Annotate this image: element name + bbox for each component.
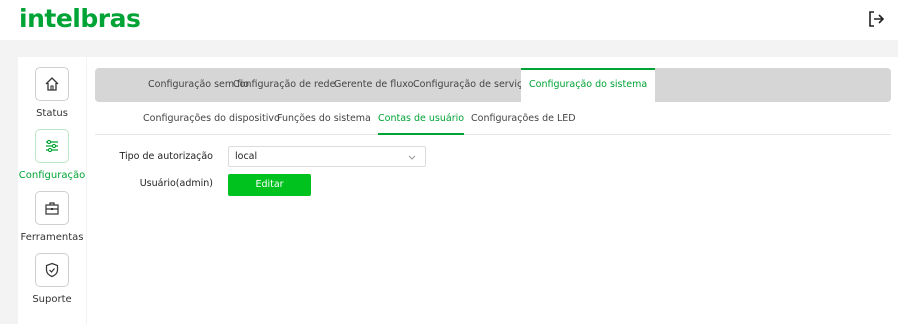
tab-configuracao-do-sistema[interactable]: Configuração do sistema xyxy=(521,68,656,102)
sidebar-item-label: Status xyxy=(36,108,68,119)
auth-type-value: local xyxy=(235,151,258,162)
tab-gerente-de-fluxo[interactable]: Gerente de fluxo xyxy=(334,68,413,102)
home-icon xyxy=(35,67,69,101)
top-bar: intelbras xyxy=(0,0,898,40)
edit-button[interactable]: Editar xyxy=(228,174,311,196)
auth-type-select[interactable]: local xyxy=(228,146,426,167)
logout-icon[interactable] xyxy=(866,9,886,29)
tab-bar: Configuração sem fio Configuração de red… xyxy=(95,68,891,102)
subtab-configuracoes-do-dispositivo[interactable]: Configurações do dispositivo xyxy=(143,107,280,135)
sidebar-item-status[interactable]: Status xyxy=(18,67,86,125)
toolbox-icon xyxy=(35,191,69,225)
sidebar-item-label: Ferramentas xyxy=(20,232,84,243)
tab-configuracao-de-servicos[interactable]: Configuração de serviços xyxy=(413,68,533,102)
subtab-contas-de-usuario[interactable]: Contas de usuário xyxy=(378,107,465,135)
sidebar-item-ferramentas[interactable]: Ferramentas xyxy=(18,191,86,249)
subtab-funcoes-do-sistema[interactable]: Funções do sistema xyxy=(277,107,371,135)
sidebar-item-label: Configuração xyxy=(18,170,86,181)
user-admin-label: Usuário(admin) xyxy=(139,178,213,189)
auth-type-label: Tipo de autorização xyxy=(119,151,214,162)
subtab-configuracoes-de-led[interactable]: Configurações de LED xyxy=(471,107,576,135)
sliders-icon xyxy=(35,129,69,163)
sidebar-item-label: Suporte xyxy=(32,294,72,305)
sidebar-item-configuracao[interactable]: Configuração xyxy=(18,129,86,187)
shield-check-icon xyxy=(35,253,69,287)
chevron-down-icon xyxy=(408,155,416,160)
tab-configuracao-de-rede[interactable]: Configuração de rede xyxy=(233,68,335,102)
sidebar-item-suporte[interactable]: Suporte xyxy=(18,253,86,311)
sidebar: Status Configuração Ferramentas Suporte xyxy=(18,57,86,324)
main-panel: Configuração sem fio Configuração de red… xyxy=(87,57,898,324)
subtab-bar: Configurações do dispositivo Funções do … xyxy=(95,107,891,135)
intelbras-logo: intelbras xyxy=(19,4,141,33)
